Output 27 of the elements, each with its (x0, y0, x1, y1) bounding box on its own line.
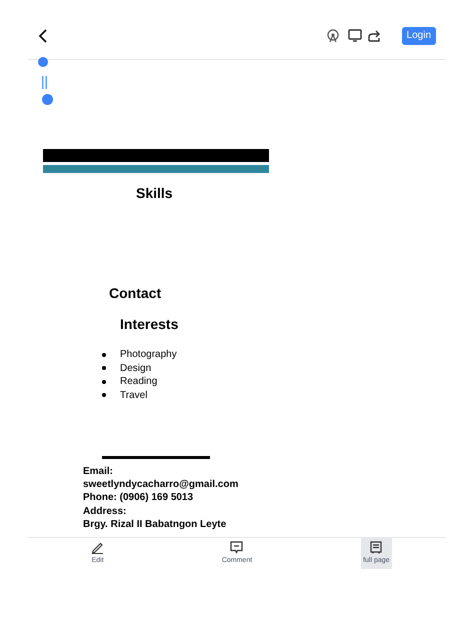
contact-text: sweetlyndycacharro@gmail.com (83, 478, 240, 492)
contact-text: Brgy. Rizal II Babatngon Leyte (83, 518, 228, 532)
selection-handle[interactable] (38, 57, 48, 67)
section-heading: Interests (120, 316, 180, 332)
bullet-icon (102, 366, 106, 370)
selection-handle[interactable] (42, 94, 53, 105)
bullet-icon (102, 393, 106, 398)
bullet-icon (102, 352, 106, 357)
contact-text: Phone: (0906) 169 5013 (83, 491, 194, 505)
login-button[interactable]: Login (402, 26, 436, 44)
screen-icon[interactable] (348, 29, 362, 42)
share-icon[interactable] (366, 28, 381, 42)
bullet-icon (102, 380, 106, 384)
cursor-bar-icon (42, 76, 48, 89)
comment-icon (230, 540, 244, 554)
back-icon[interactable] (38, 28, 48, 42)
document-icon (370, 540, 382, 554)
pencil-icon (91, 540, 104, 554)
list-item: Design (120, 362, 152, 376)
section-heading: Skills (136, 185, 174, 201)
list-item: Photography (120, 348, 177, 362)
ferris-wheel-icon[interactable] (326, 28, 340, 42)
contact-text: Address: (83, 504, 128, 518)
contact-text: Email: (83, 465, 114, 478)
list-item: Reading (120, 375, 158, 390)
section-heading: Contact (109, 285, 162, 301)
list-item: Travel (120, 388, 148, 403)
